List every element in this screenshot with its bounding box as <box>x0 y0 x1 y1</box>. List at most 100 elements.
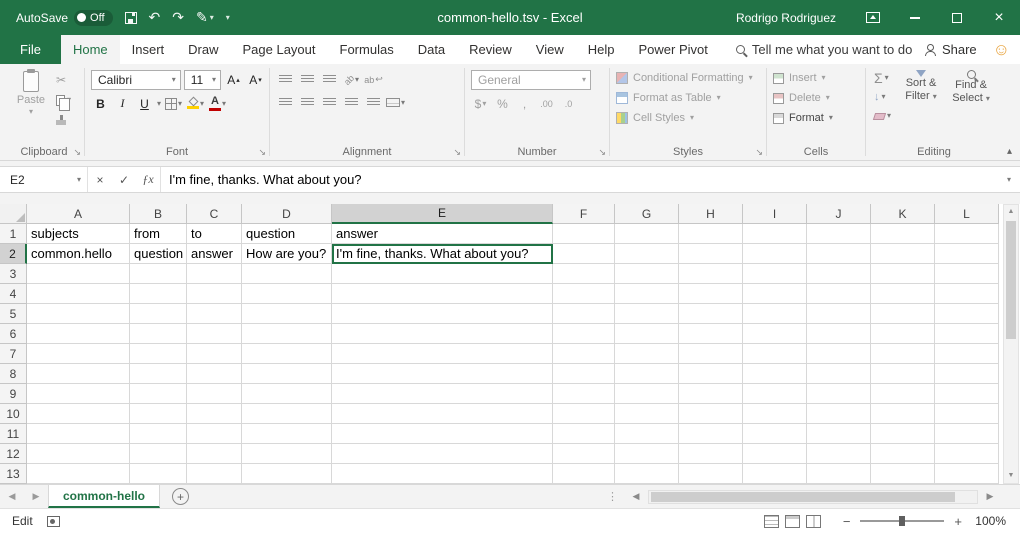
tab-insert[interactable]: Insert <box>120 35 177 64</box>
cell-H10[interactable] <box>679 404 743 424</box>
cell-B2[interactable]: question <box>130 244 187 264</box>
cell-F5[interactable] <box>553 304 615 324</box>
cell-B7[interactable] <box>130 344 187 364</box>
cell-K3[interactable] <box>871 264 935 284</box>
cell-E1[interactable]: answer <box>332 224 553 244</box>
clear-button[interactable]: ▾ <box>872 108 893 124</box>
row-header-10[interactable]: 10 <box>0 404 27 424</box>
cell-K5[interactable] <box>871 304 935 324</box>
cell-L3[interactable] <box>935 264 999 284</box>
column-header-F[interactable]: F <box>553 204 615 224</box>
cell-H9[interactable] <box>679 384 743 404</box>
cell-G11[interactable] <box>615 424 679 444</box>
cell-A7[interactable] <box>27 344 130 364</box>
cell-B1[interactable]: from <box>130 224 187 244</box>
tab-file[interactable]: File <box>0 35 61 64</box>
cell-J3[interactable] <box>807 264 871 284</box>
cell-A8[interactable] <box>27 364 130 384</box>
cell-A3[interactable] <box>27 264 130 284</box>
customize-qat-button[interactable]: ▾ <box>226 14 230 22</box>
cell-H5[interactable] <box>679 304 743 324</box>
cell-A4[interactable] <box>27 284 130 304</box>
cell-H6[interactable] <box>679 324 743 344</box>
user-name[interactable]: Rodrigo Rodriguez <box>736 11 852 25</box>
feedback-smiley-icon[interactable]: ☺ <box>993 41 1010 58</box>
cell-I11[interactable] <box>743 424 807 444</box>
maximize-button[interactable] <box>936 0 978 35</box>
normal-view-icon[interactable] <box>764 515 779 528</box>
formula-bar-expand-icon[interactable]: ▾ <box>998 176 1020 184</box>
cell-E11[interactable] <box>332 424 553 444</box>
increase-font-size-button[interactable]: A▴ <box>224 71 243 90</box>
cell-G3[interactable] <box>615 264 679 284</box>
cell-G9[interactable] <box>615 384 679 404</box>
cell-B12[interactable] <box>130 444 187 464</box>
minimize-button[interactable] <box>894 0 936 35</box>
cell-D2[interactable]: How are you? <box>242 244 332 264</box>
format-as-table-button[interactable]: Format as Table ▾ <box>616 90 762 106</box>
percent-style-button[interactable]: % <box>493 94 512 113</box>
cell-C5[interactable] <box>187 304 242 324</box>
cell-K10[interactable] <box>871 404 935 424</box>
bold-button[interactable]: B <box>91 94 110 113</box>
cell-G10[interactable] <box>615 404 679 424</box>
column-header-D[interactable]: D <box>242 204 332 224</box>
select-all-corner[interactable] <box>0 204 27 224</box>
cell-L7[interactable] <box>935 344 999 364</box>
cell-F2[interactable] <box>553 244 615 264</box>
font-name-select[interactable]: Calibri▾ <box>91 70 181 90</box>
cell-I10[interactable] <box>743 404 807 424</box>
tab-home[interactable]: Home <box>61 35 120 64</box>
cell-K1[interactable] <box>871 224 935 244</box>
column-header-E[interactable]: E <box>332 204 553 224</box>
cell-A2[interactable]: common.hello <box>27 244 130 264</box>
collapse-ribbon-icon[interactable]: ▴ <box>1007 146 1012 157</box>
cell-B3[interactable] <box>130 264 187 284</box>
cell-H11[interactable] <box>679 424 743 444</box>
cell-K2[interactable] <box>871 244 935 264</box>
cell-J11[interactable] <box>807 424 871 444</box>
increase-indent-button[interactable] <box>364 93 383 112</box>
sort-filter-button[interactable]: Sort & Filter ▾ <box>899 70 943 124</box>
cell-D4[interactable] <box>242 284 332 304</box>
format-painter-button[interactable] <box>54 112 73 128</box>
cell-L10[interactable] <box>935 404 999 424</box>
cell-E13[interactable] <box>332 464 553 484</box>
chevron-down-icon[interactable]: ▾ <box>157 100 161 108</box>
zoom-slider-thumb[interactable] <box>899 516 905 526</box>
cell-C6[interactable] <box>187 324 242 344</box>
cell-E8[interactable] <box>332 364 553 384</box>
cell-D11[interactable] <box>242 424 332 444</box>
cell-styles-button[interactable]: Cell Styles ▾ <box>616 110 762 126</box>
cell-J7[interactable] <box>807 344 871 364</box>
cell-I9[interactable] <box>743 384 807 404</box>
cell-J5[interactable] <box>807 304 871 324</box>
cell-H13[interactable] <box>679 464 743 484</box>
cell-F8[interactable] <box>553 364 615 384</box>
row-header-2[interactable]: 2 <box>0 244 27 264</box>
tab-view[interactable]: View <box>524 35 576 64</box>
tell-me-search[interactable]: Tell me what you want to do <box>736 35 912 64</box>
scroll-down-icon[interactable]: ▼ <box>1004 469 1018 483</box>
column-header-I[interactable]: I <box>743 204 807 224</box>
row-header-13[interactable]: 13 <box>0 464 27 484</box>
cell-F4[interactable] <box>553 284 615 304</box>
cell-K12[interactable] <box>871 444 935 464</box>
column-header-L[interactable]: L <box>935 204 999 224</box>
hscroll-right-icon[interactable]: ▶ <box>982 491 998 502</box>
cell-I8[interactable] <box>743 364 807 384</box>
cell-A5[interactable] <box>27 304 130 324</box>
redo-button[interactable]: ↷ <box>172 9 184 26</box>
italic-button[interactable]: I <box>113 94 132 113</box>
cell-I2[interactable] <box>743 244 807 264</box>
close-button[interactable]: × <box>978 0 1020 35</box>
cell-G7[interactable] <box>615 344 679 364</box>
column-header-A[interactable]: A <box>27 204 130 224</box>
decrease-indent-button[interactable] <box>342 93 361 112</box>
cell-B9[interactable] <box>130 384 187 404</box>
cell-C2[interactable]: answer <box>187 244 242 264</box>
page-break-view-icon[interactable] <box>806 515 821 528</box>
font-dialog-launcher-icon[interactable]: ↘ <box>258 147 266 158</box>
cell-J6[interactable] <box>807 324 871 344</box>
copy-button[interactable]: ▾ <box>54 92 73 108</box>
